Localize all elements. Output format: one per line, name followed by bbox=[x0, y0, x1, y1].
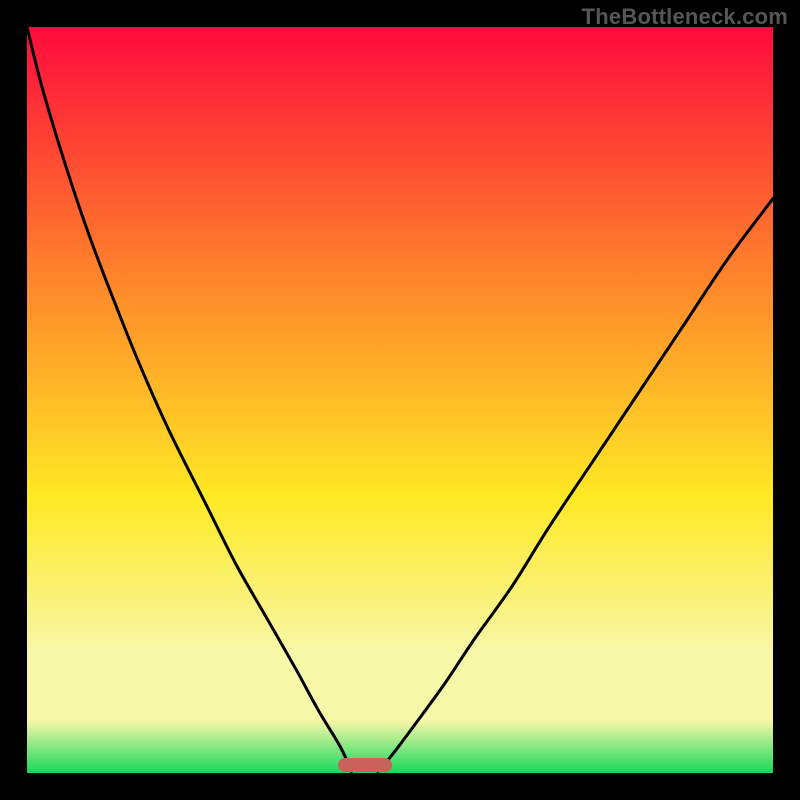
curve-right-branch bbox=[378, 199, 773, 772]
trough-marker bbox=[338, 758, 392, 772]
plot-area bbox=[27, 27, 773, 773]
outer-frame: TheBottleneck.com bbox=[0, 0, 800, 800]
curve-left-branch bbox=[27, 27, 352, 772]
curve-layer bbox=[27, 27, 773, 773]
watermark-text: TheBottleneck.com bbox=[582, 4, 788, 30]
